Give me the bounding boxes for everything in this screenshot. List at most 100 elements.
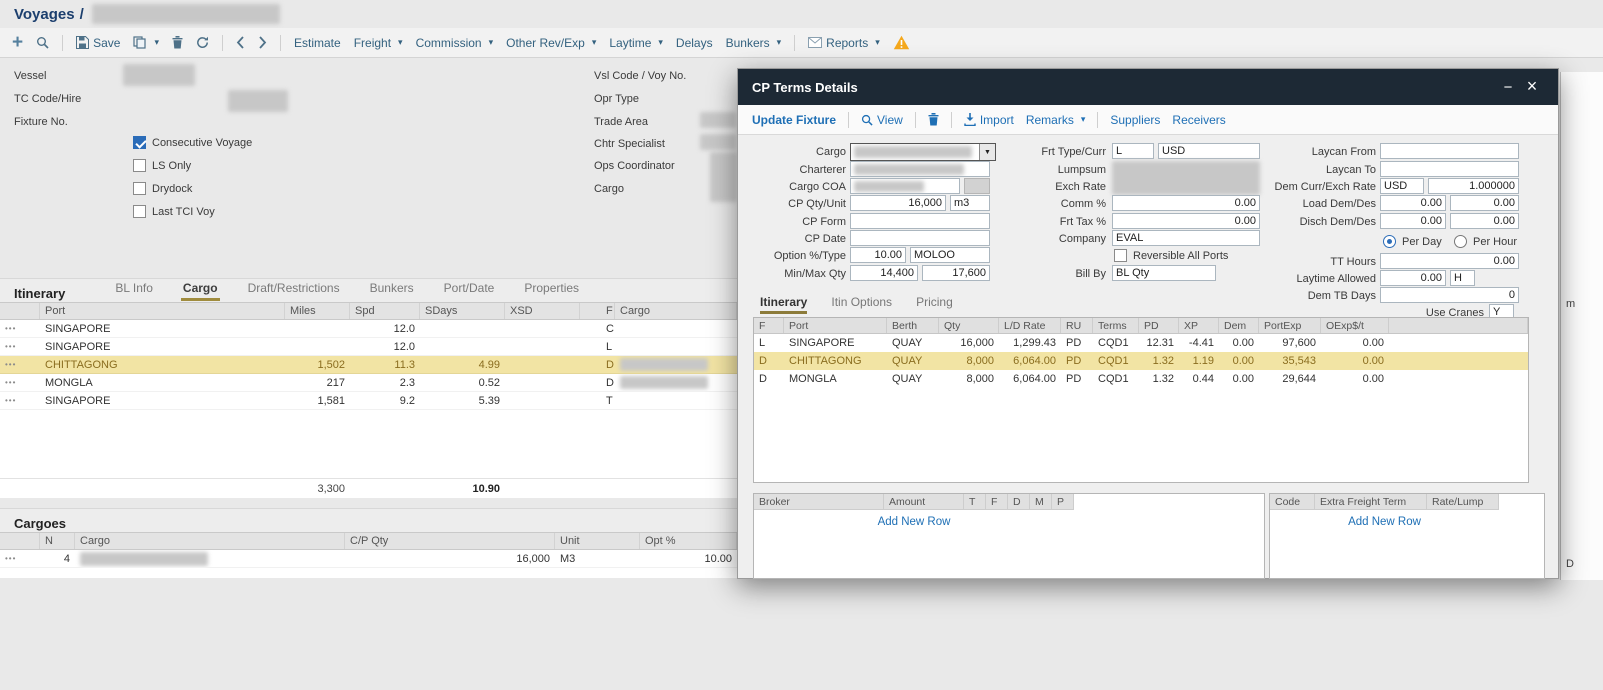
other-rev-exp-menu[interactable]: Other Rev/Exp	[506, 36, 596, 50]
table-row[interactable]: 4 16,000 M3 10.00	[0, 550, 737, 568]
frt-type-field[interactable]: L	[1112, 143, 1154, 159]
commission-menu[interactable]: Commission	[416, 36, 494, 50]
delete-icon[interactable]	[928, 113, 939, 126]
table-row-selected[interactable]: D CHITTAGONG QUAY 8,000 6,064.00 PD CQD1…	[754, 352, 1528, 370]
checkbox-icon[interactable]	[1114, 249, 1127, 262]
column-header-xsd: XSD	[505, 303, 580, 319]
forward-icon[interactable]	[258, 36, 267, 49]
checkbox-last-tci-voy[interactable]: Last TCI Voy	[133, 205, 215, 218]
tab-port-date[interactable]: Port/Date	[442, 281, 497, 301]
warning-icon[interactable]	[893, 35, 910, 50]
add-new-row-link[interactable]: Add New Row	[754, 516, 1074, 528]
max-qty-field[interactable]: 17,600	[922, 265, 990, 281]
radio-selected-icon[interactable]	[1383, 235, 1396, 248]
dem-exch-rate-field[interactable]: 1.000000	[1428, 178, 1519, 194]
cp-qty-field[interactable]: 16,000	[850, 195, 946, 211]
minimize-icon[interactable]	[1496, 80, 1520, 95]
bunkers-menu[interactable]: Bunkers	[726, 36, 782, 50]
estimate-button[interactable]: Estimate	[294, 36, 341, 50]
row-menu-icon[interactable]	[0, 550, 40, 567]
add-new-row-link[interactable]: Add New Row	[1270, 516, 1499, 528]
delete-icon[interactable]	[172, 36, 183, 49]
tab-bunkers[interactable]: Bunkers	[368, 281, 416, 301]
laytime-allowed-field[interactable]: 0.00	[1380, 270, 1446, 286]
tt-hours-field[interactable]: 0.00	[1380, 253, 1519, 269]
table-row[interactable]: SINGAPORE 12.0 C	[0, 320, 737, 338]
radio-icon[interactable]	[1454, 235, 1467, 248]
checkbox-icon[interactable]	[133, 182, 146, 195]
suppliers-button[interactable]: Suppliers	[1110, 113, 1160, 127]
dem-curr-field[interactable]: USD	[1380, 178, 1424, 194]
back-icon[interactable]	[236, 36, 245, 49]
tab-pricing[interactable]: Pricing	[916, 295, 953, 314]
row-menu-icon[interactable]	[0, 374, 40, 391]
checkbox-checked-icon[interactable]	[133, 136, 146, 149]
min-qty-field[interactable]: 14,400	[850, 265, 918, 281]
checkbox-reversible-all-ports[interactable]: Reversible All Ports	[1114, 249, 1228, 262]
load-des-field[interactable]: 0.00	[1450, 195, 1519, 211]
radio-per-hour[interactable]: Per Hour	[1454, 235, 1517, 248]
remarks-menu[interactable]: Remarks	[1026, 113, 1086, 127]
radio-per-day[interactable]: Per Day	[1383, 235, 1442, 248]
cp-date-field[interactable]	[850, 230, 990, 246]
add-icon[interactable]	[12, 36, 23, 50]
charterer-field[interactable]	[850, 161, 990, 177]
laytime-menu[interactable]: Laytime	[609, 36, 663, 50]
table-row[interactable]: SINGAPORE 12.0 L	[0, 338, 737, 356]
cargo-coa-field[interactable]	[850, 178, 960, 194]
tab-itin-options[interactable]: Itin Options	[831, 295, 892, 314]
cp-form-field[interactable]	[850, 213, 990, 229]
copy-voyage-button[interactable]	[133, 36, 159, 49]
laytime-unit-field[interactable]: H	[1450, 270, 1475, 286]
tab-draft-restrictions[interactable]: Draft/Restrictions	[246, 281, 342, 301]
frt-curr-field[interactable]: USD	[1158, 143, 1260, 159]
table-row[interactable]: L SINGAPORE QUAY 16,000 1,299.43 PD CQD1…	[754, 334, 1528, 352]
table-row-selected[interactable]: CHITTAGONG 1,502 11.3 4.99 D	[0, 356, 737, 374]
checkbox-icon[interactable]	[133, 159, 146, 172]
row-menu-icon[interactable]	[0, 356, 40, 373]
tab-cargo[interactable]: Cargo	[181, 281, 220, 301]
laycan-to-field[interactable]	[1380, 161, 1519, 177]
search-icon[interactable]	[36, 36, 49, 49]
refresh-icon[interactable]	[196, 36, 209, 49]
tab-properties[interactable]: Properties	[522, 281, 581, 301]
tab-itinerary[interactable]: Itinerary	[760, 295, 807, 314]
checkbox-drydock[interactable]: Drydock	[133, 182, 192, 195]
checkbox-ls-only[interactable]: LS Only	[133, 159, 191, 172]
laycan-from-field[interactable]	[1380, 143, 1519, 159]
table-row[interactable]: MONGLA 217 2.3 0.52 D	[0, 374, 737, 392]
table-row[interactable]: SINGAPORE 1,581 9.2 5.39 T	[0, 392, 737, 410]
checkbox-icon[interactable]	[133, 205, 146, 218]
option-pct-field[interactable]: 10.00	[850, 247, 906, 263]
frt-tax-field[interactable]: 0.00	[1112, 213, 1260, 229]
reports-menu[interactable]: Reports	[808, 36, 880, 50]
update-fixture-button[interactable]: Update Fixture	[752, 113, 836, 127]
cargo-coa-lookup-box[interactable]	[964, 178, 990, 194]
table-row[interactable]: D MONGLA QUAY 8,000 6,064.00 PD CQD1 1.3…	[754, 370, 1528, 388]
checkbox-consecutive-voyage[interactable]: Consecutive Voyage	[133, 136, 252, 149]
view-button[interactable]: View	[861, 113, 903, 127]
receivers-button[interactable]: Receivers	[1172, 113, 1225, 127]
bill-by-field[interactable]: BL Qty	[1112, 265, 1216, 281]
import-button[interactable]: Import	[964, 113, 1014, 127]
dem-tb-days-field[interactable]: 0	[1380, 287, 1519, 303]
load-dem-field[interactable]: 0.00	[1380, 195, 1446, 211]
broker-table-header: Broker Amount T F D M P	[754, 494, 1264, 510]
row-menu-icon[interactable]	[0, 392, 40, 409]
row-menu-icon[interactable]	[0, 320, 40, 337]
delays-button[interactable]: Delays	[676, 36, 713, 50]
tab-bl-info[interactable]: BL Info	[113, 281, 155, 301]
save-button[interactable]: Save	[76, 36, 120, 50]
disch-dem-field[interactable]: 0.00	[1380, 213, 1446, 229]
option-type-field[interactable]: MOLOO	[910, 247, 990, 263]
cp-unit-field[interactable]: m3	[950, 195, 990, 211]
freight-menu[interactable]: Freight	[354, 36, 403, 50]
close-icon[interactable]	[1520, 79, 1544, 95]
chevron-down-icon[interactable]	[979, 144, 995, 160]
cargo-combobox[interactable]	[850, 143, 996, 161]
modal-header[interactable]: CP Terms Details	[738, 69, 1558, 105]
row-menu-icon[interactable]	[0, 338, 40, 355]
comm-pct-field[interactable]: 0.00	[1112, 195, 1260, 211]
disch-des-field[interactable]: 0.00	[1450, 213, 1519, 229]
company-field[interactable]: EVAL	[1112, 230, 1260, 246]
